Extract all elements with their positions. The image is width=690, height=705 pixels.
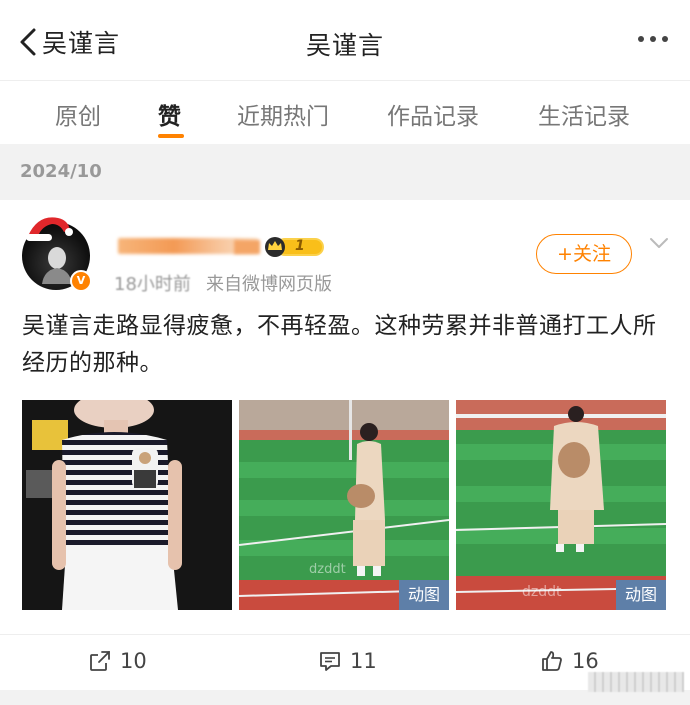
date-section-header: 2024/10 (0, 144, 690, 200)
tab-life[interactable]: 生活记录 (538, 97, 630, 131)
avatar-figure (42, 247, 72, 284)
gif-badge: 动图 (399, 580, 449, 610)
comment-count: 11 (350, 649, 377, 673)
active-tab-indicator (158, 134, 184, 138)
profile-tabs: 原创 赞 近期热门 作品记录 生活记录 (0, 80, 690, 144)
watermark: dzddt (522, 584, 562, 600)
repost-icon (90, 651, 110, 671)
gif-woman-walking-back (456, 400, 666, 610)
like-count: 16 (572, 649, 599, 673)
member-level: 1 (295, 238, 305, 254)
tab-works[interactable]: 作品记录 (387, 97, 479, 131)
comment-button[interactable]: 11 (318, 649, 377, 673)
post-card[interactable]: V 1 18小时前 来自微博网页版 +关注 吴谨言走路显得疲惫，不再轻盈。这种劳… (0, 200, 690, 690)
post-time: 18小时前 (114, 274, 191, 295)
app-header: 吴谨言 吴谨言 (0, 0, 690, 80)
gif-badge: 动图 (616, 580, 666, 610)
follow-button[interactable]: +关注 (536, 234, 632, 274)
santa-hat-icon (26, 217, 73, 241)
like-button[interactable]: 16 (540, 649, 599, 673)
post-image-2[interactable]: dzddt 动图 (239, 400, 449, 610)
post-text: 吴谨言走路显得疲惫，不再轻盈。这种劳累并非普通打工人所经历的那种。 (22, 313, 657, 376)
date-label: 2024/10 (20, 161, 102, 182)
repost-count: 10 (120, 649, 147, 673)
repost-button[interactable]: 10 (88, 649, 147, 673)
tab-recent-hot[interactable]: 近期热门 (237, 97, 329, 131)
post-actions: 10 11 16 (0, 634, 690, 690)
username-redacted-tail (234, 240, 260, 254)
member-crown-icon[interactable] (262, 236, 326, 258)
post-image-3[interactable]: dzddt 动图 (456, 400, 666, 610)
page-title: 吴谨言 (305, 31, 384, 60)
post-image-1[interactable] (22, 400, 232, 610)
watermark: dzddt (309, 562, 346, 577)
more-options-icon[interactable] (638, 36, 668, 42)
redacted-watermark (588, 672, 684, 692)
tab-likes[interactable]: 赞 (158, 97, 181, 131)
photo-woman-striped-shirt (22, 400, 232, 610)
section-divider (0, 690, 690, 705)
comment-icon (320, 652, 340, 671)
verified-badge-icon: V (70, 270, 92, 292)
post-source: 来自微博网页版 (206, 274, 332, 295)
gif-woman-walking-field (239, 400, 449, 610)
tab-original[interactable]: 原创 (55, 97, 101, 131)
thumbs-up-icon (542, 651, 562, 671)
chevron-down-icon[interactable] (648, 236, 670, 250)
